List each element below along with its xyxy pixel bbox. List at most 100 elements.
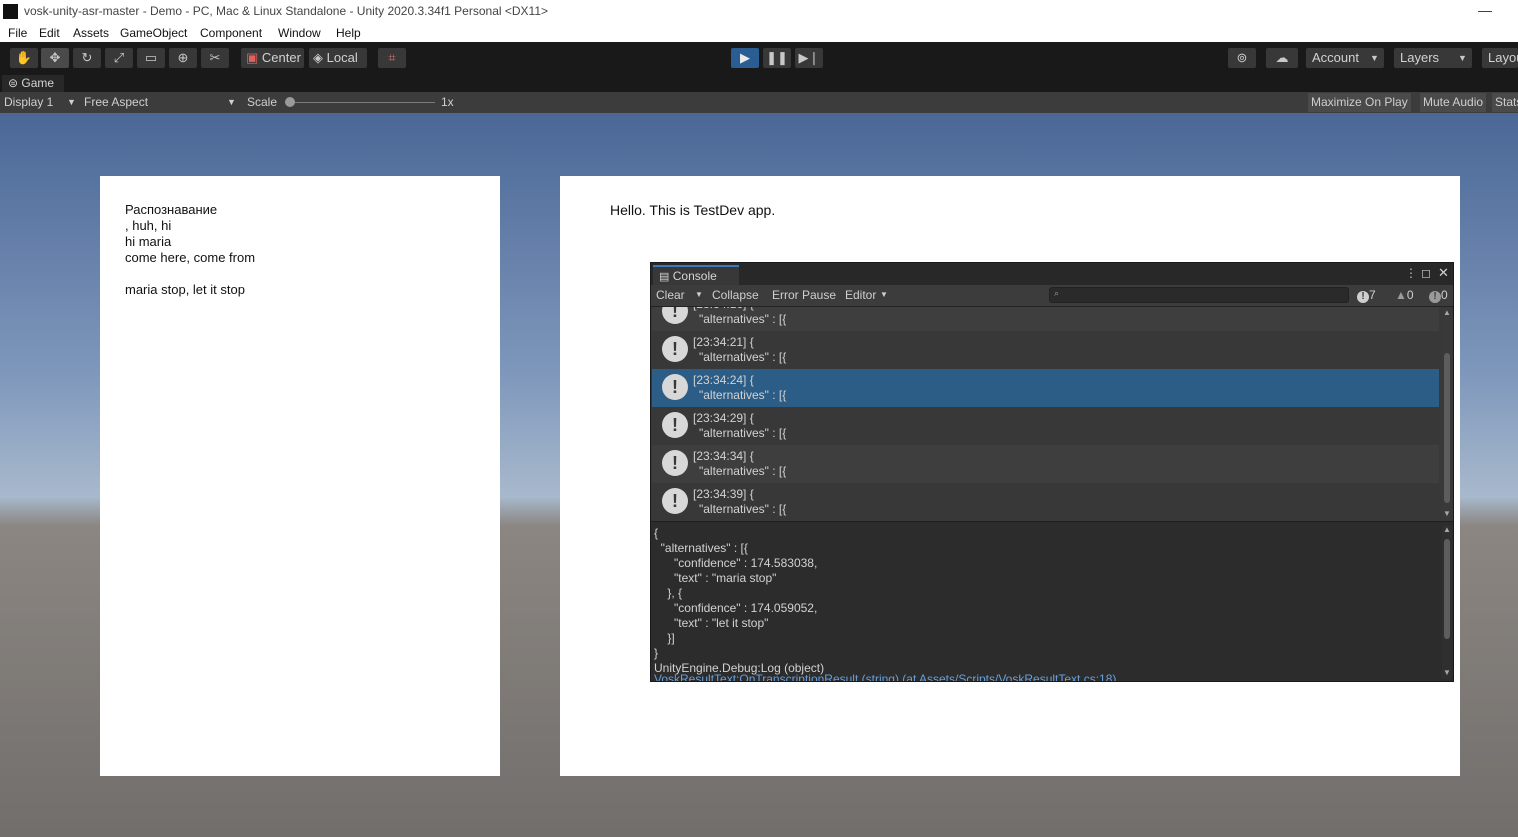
chevron-down-icon: ▼ [227, 97, 236, 107]
menu-help[interactable]: Help [336, 26, 361, 40]
log-entry-body: "alternatives" : [{ [699, 502, 787, 516]
stats-toggle[interactable]: Stats [1492, 93, 1518, 112]
tab-console[interactable]: ▤ Console [653, 265, 739, 285]
log-detail-pane: { "alternatives" : [{ "confidence" : 174… [651, 521, 1453, 681]
log-list-scroll-thumb[interactable] [1444, 353, 1450, 503]
rect-tool-icon[interactable]: ▭ [137, 48, 165, 68]
transform-tool-icon[interactable]: ⊕ [169, 48, 197, 68]
pause-button[interactable]: ❚❚ [763, 48, 791, 68]
scale-value: 1x [441, 95, 454, 109]
local-icon: ◈ [313, 50, 323, 65]
log-entry-body: "alternatives" : [{ [699, 312, 787, 326]
log-entry-time: [23:34:34] { [693, 449, 754, 463]
search-icon: ⌕ [1054, 288, 1060, 298]
move-tool-icon[interactable]: ✥ [41, 48, 69, 68]
recognition-panel: Распознавание , huh, hi hi maria come he… [100, 176, 500, 776]
tab-console-label: Console [672, 269, 717, 283]
warning-count: 0 [1406, 288, 1414, 302]
log-entry-body: "alternatives" : [{ [699, 350, 787, 364]
menu-assets[interactable]: Assets [73, 26, 109, 40]
log-entry[interactable]: ! [23:34:39] { "alternatives" : [{ [652, 483, 1439, 521]
custom-tool-icon[interactable]: ✂ [201, 48, 229, 68]
log-entry-body: "alternatives" : [{ [699, 464, 787, 478]
menu-file[interactable]: File [8, 26, 27, 40]
warning-count-toggle[interactable]: ▲0 [1395, 288, 1414, 302]
recognition-line: come here, come from [125, 250, 256, 265]
pivot-center-label: Center [261, 50, 301, 65]
scroll-down-icon[interactable]: ▼ [1443, 668, 1451, 677]
pivot-local-button[interactable]: ◈ Local [309, 48, 367, 68]
scale-slider-handle[interactable] [285, 97, 295, 107]
play-button[interactable]: ▶ [731, 48, 759, 68]
clear-button[interactable]: Clear [656, 288, 685, 302]
log-entry[interactable]: ! [23:34:29] { "alternatives" : [{ [652, 407, 1439, 445]
log-detail-text: { "alternatives" : [{ "confidence" : 174… [654, 526, 825, 675]
rotate-tool-icon[interactable]: ↻ [73, 48, 101, 68]
pivot-center-button[interactable]: ▣ Center [241, 48, 304, 68]
console-window: ▤ Console ⋮ ◻ ✕ Clear ▼ Collapse Error P… [650, 262, 1454, 682]
tab-game[interactable]: ⊜ Game [2, 75, 64, 92]
info-icon: ! [662, 412, 688, 438]
menu-component[interactable]: Component [200, 26, 262, 40]
scale-tool-icon[interactable]: ⤢ [105, 48, 133, 68]
hello-text: Hello. This is TestDev app. [610, 202, 776, 218]
maximize-on-play-toggle[interactable]: Maximize On Play [1308, 93, 1411, 112]
error-pause-toggle[interactable]: Error Pause [772, 288, 836, 302]
menu-bar: File Edit Assets GameObject Component Wi… [0, 24, 1518, 42]
error-count-toggle[interactable]: !0 [1429, 288, 1448, 303]
log-entry[interactable]: ! [23:34:21] { "alternatives" : [{ [652, 331, 1439, 369]
account-dropdown[interactable]: Account ▼ [1306, 48, 1384, 68]
more-options-icon[interactable]: ⋮ [1405, 266, 1417, 280]
console-header: ▤ Console ⋮ ◻ ✕ [651, 263, 1453, 285]
mute-audio-toggle[interactable]: Mute Audio [1420, 93, 1487, 112]
grid-snap-icon[interactable]: ⌗ [378, 48, 406, 68]
stack-trace-link[interactable]: VoskResultText:OnTranscriptionResult (st… [654, 672, 1116, 681]
minimize-button[interactable]: — [1478, 2, 1492, 18]
tab-game-label: Game [21, 76, 55, 90]
layout-label: Layout [1488, 50, 1518, 65]
cloud-icon[interactable]: ☁ [1266, 48, 1298, 68]
scale-slider-track[interactable] [289, 102, 435, 103]
menu-gameobject[interactable]: GameObject [120, 26, 187, 40]
center-icon: ▣ [246, 50, 259, 65]
collab-icon[interactable]: ⊚ [1228, 48, 1256, 68]
recognition-line: hi maria [125, 234, 172, 249]
warning-icon: ▲ [1395, 288, 1407, 302]
info-icon: ! [662, 450, 688, 476]
chevron-down-icon: ▼ [880, 290, 888, 299]
search-input[interactable]: ⌕ [1049, 287, 1349, 303]
scroll-up-icon[interactable]: ▲ [1443, 525, 1451, 534]
detail-scroll-thumb[interactable] [1444, 539, 1450, 639]
collapse-toggle[interactable]: Collapse [712, 288, 759, 302]
recognition-line: , huh, hi [125, 218, 172, 233]
layers-dropdown[interactable]: Layers ▼ [1394, 48, 1472, 68]
editor-dropdown[interactable]: Editor [845, 288, 876, 302]
display-dropdown[interactable]: Display 1 [4, 95, 53, 109]
log-entry-body: "alternatives" : [{ [699, 388, 787, 402]
log-count-toggle[interactable]: !7 [1357, 288, 1376, 303]
log-entry-body: "alternatives" : [{ [699, 426, 787, 440]
chevron-down-icon: ▼ [1370, 53, 1379, 63]
pivot-local-label: Local [326, 50, 358, 65]
log-count: 7 [1369, 288, 1376, 302]
chevron-down-icon[interactable]: ▼ [695, 290, 703, 299]
log-entry[interactable]: ! [23:34:34] { "alternatives" : [{ [652, 445, 1439, 483]
error-count: 0 [1441, 288, 1448, 302]
menu-edit[interactable]: Edit [39, 26, 60, 40]
maximize-icon[interactable]: ◻ [1421, 266, 1431, 280]
scroll-down-icon[interactable]: ▼ [1443, 509, 1451, 518]
log-entry-selected[interactable]: ! [23:34:24] { "alternatives" : [{ [652, 369, 1439, 407]
info-icon: ! [1357, 291, 1369, 303]
step-button[interactable]: ▶❘ [795, 48, 823, 68]
account-label: Account [1312, 50, 1359, 65]
log-entry-time: [23:34:21] { [693, 335, 754, 349]
menu-window[interactable]: Window [278, 26, 321, 40]
error-icon: ! [1429, 291, 1441, 303]
layout-dropdown[interactable]: Layout [1482, 48, 1518, 68]
console-icon: ▤ [659, 271, 670, 283]
hand-tool-icon[interactable]: ✋ [10, 48, 38, 68]
scroll-up-icon[interactable]: ▲ [1443, 308, 1451, 317]
close-icon[interactable]: ✕ [1438, 265, 1449, 281]
aspect-dropdown[interactable]: Free Aspect [84, 95, 148, 109]
scale-label: Scale [247, 95, 278, 109]
